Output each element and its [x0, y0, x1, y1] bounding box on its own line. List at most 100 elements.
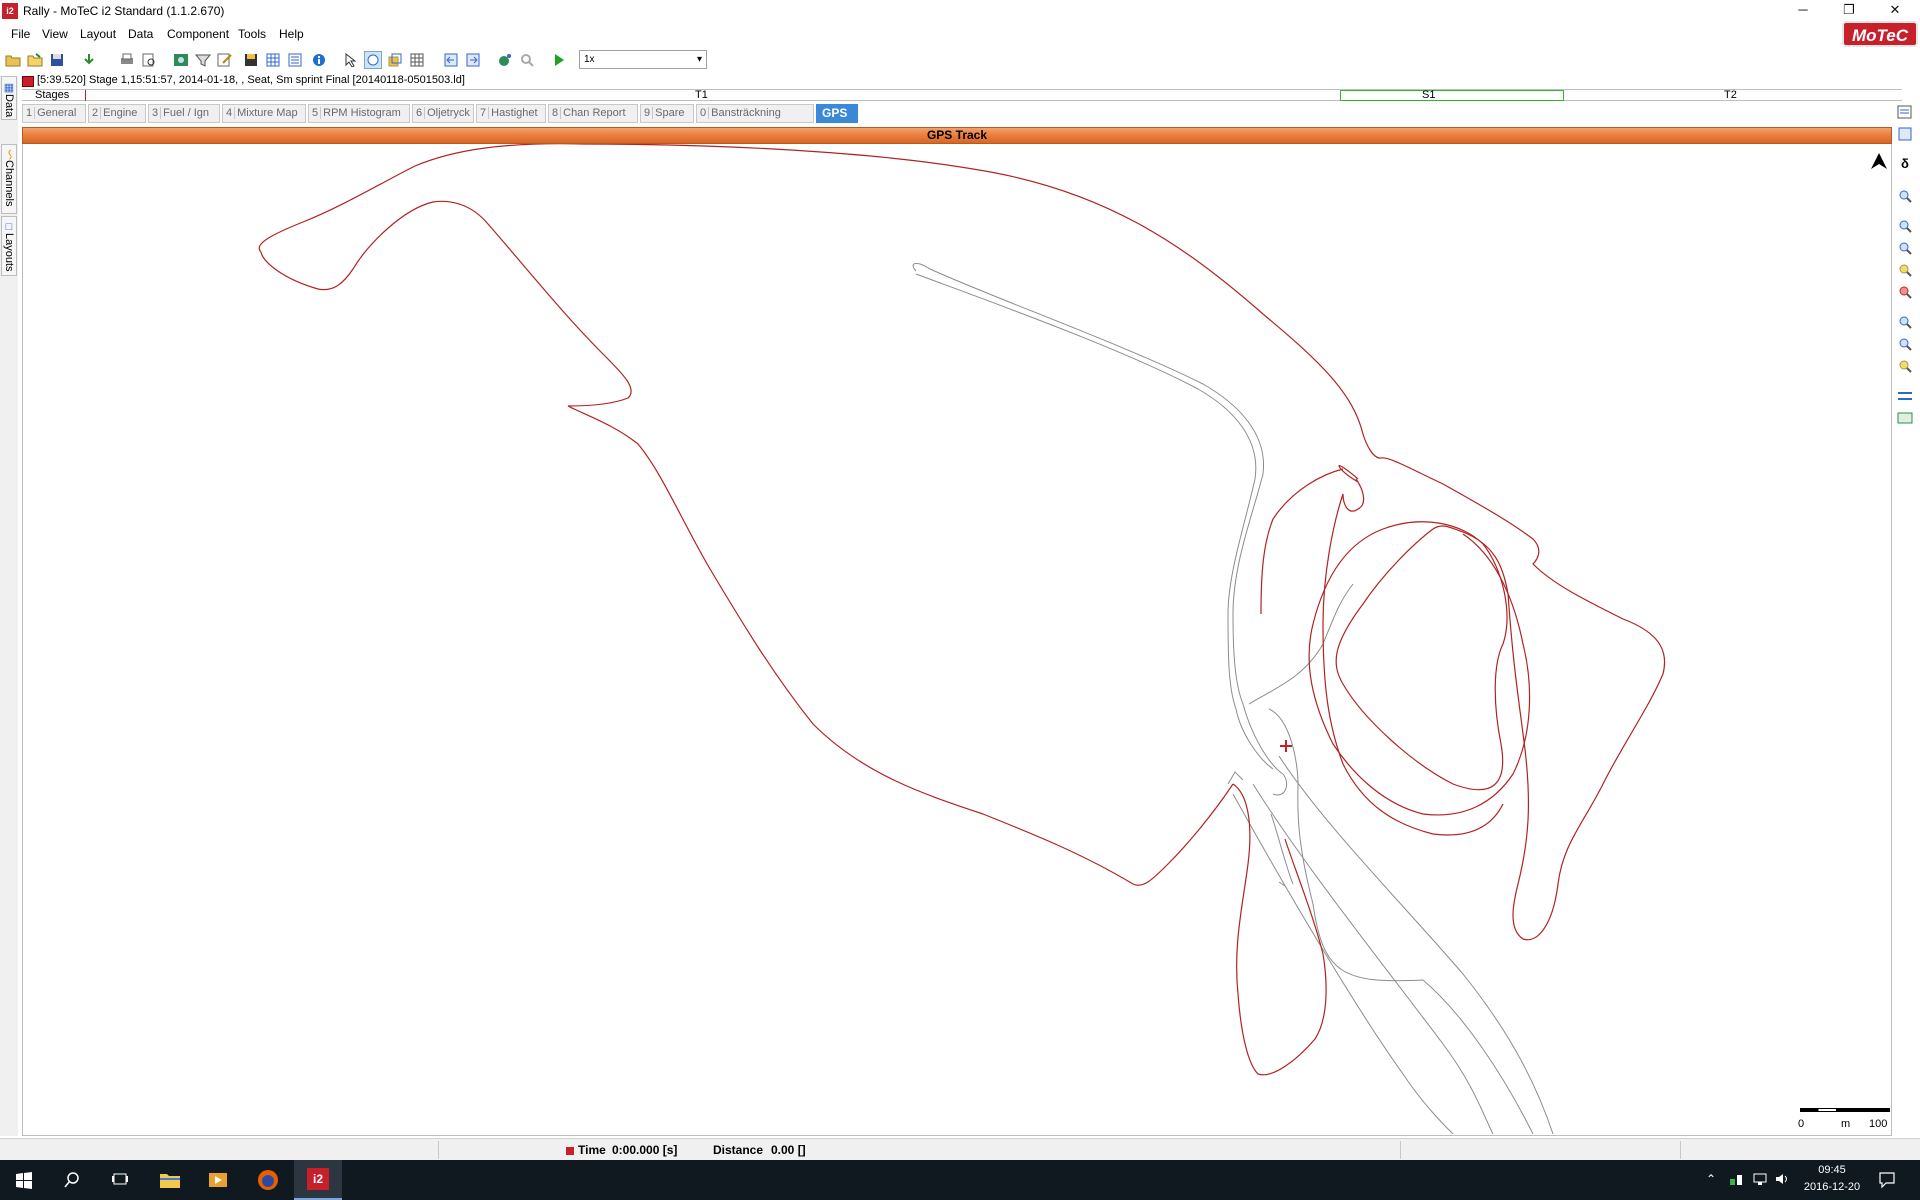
task-view-button[interactable] [96, 1160, 144, 1200]
delta-icon[interactable]: δ [1897, 156, 1913, 172]
tab-hastighet[interactable]: 7 Hastighet [476, 104, 546, 123]
menu-layout[interactable]: Layout [80, 27, 116, 41]
right-tool-panel: δ [1895, 104, 1917, 444]
tab-engine[interactable]: 2 Engine [88, 104, 146, 123]
zoom-x-in-icon[interactable] [1897, 314, 1913, 330]
tab-label: Mixture Map [237, 107, 298, 119]
restore-button[interactable]: ❐ [1826, 0, 1872, 22]
download-icon[interactable] [80, 51, 98, 69]
search-button[interactable] [48, 1160, 96, 1200]
network-icon[interactable] [1752, 1171, 1768, 1190]
new-folder-icon[interactable] [4, 51, 22, 69]
firefox-button[interactable] [244, 1160, 292, 1200]
session-info: [5:39.520] Stage 1,15:51:57, 2014-01-18,… [22, 74, 1902, 90]
overlay-icon[interactable] [386, 51, 404, 69]
tab-spare[interactable]: 9 Spare [640, 104, 694, 123]
tab-rpm-histogram[interactable]: 5 RPM Histogram [308, 104, 410, 123]
stage-mark-s1[interactable]: S1 [1422, 89, 1435, 101]
position-cursor-icon [1280, 740, 1292, 752]
clock-time[interactable]: 09:45 [1787, 1164, 1877, 1176]
save-icon[interactable] [48, 51, 66, 69]
playback-speed-value: 1x [584, 54, 595, 65]
stage-segment-s1[interactable] [1340, 90, 1564, 101]
distance-value: 0.00 [] [771, 1143, 806, 1157]
zoom-out-icon[interactable] [1897, 240, 1913, 256]
close-button[interactable]: ✕ [1872, 0, 1918, 22]
toolbar [0, 48, 1920, 72]
zoom-icon[interactable] [1897, 188, 1913, 204]
open-icon[interactable] [26, 51, 44, 69]
cursor-icon[interactable] [342, 51, 360, 69]
menu-component[interactable]: Component [167, 27, 229, 41]
properties-icon[interactable] [1897, 104, 1913, 120]
grid-icon[interactable] [408, 51, 426, 69]
tab-number: 3 [152, 107, 162, 119]
menu-tools[interactable]: Tools [238, 27, 266, 41]
tab-banstrackning[interactable]: 0 Bansträckning [696, 104, 814, 123]
globe-icon[interactable] [496, 51, 514, 69]
menu-file[interactable]: File [11, 27, 30, 41]
align-icon[interactable] [1897, 388, 1913, 404]
app-icon[interactable]: i2 [2, 3, 18, 19]
media-player-button[interactable] [194, 1160, 242, 1200]
zoom-x-out-icon[interactable] [1897, 336, 1913, 352]
forward-icon[interactable] [464, 51, 482, 69]
notifications-icon[interactable] [1878, 1171, 1896, 1192]
stage-mark-t2[interactable]: T2 [1724, 89, 1737, 101]
network-status-icon[interactable] [1728, 1171, 1744, 1190]
scale-end: 100 [1869, 1118, 1888, 1130]
playback-speed-select[interactable]: 1x ▾ [579, 50, 707, 69]
stage-mark-t1[interactable]: T1 [695, 89, 708, 101]
edit-icon[interactable] [216, 51, 234, 69]
print-preview-icon[interactable] [140, 51, 158, 69]
table-icon[interactable] [264, 51, 282, 69]
list-icon[interactable] [286, 51, 304, 69]
menu-help[interactable]: Help [279, 27, 304, 41]
tab-general[interactable]: 1 General [22, 104, 86, 123]
tab-gps[interactable]: GPS [816, 104, 858, 123]
start-button[interactable] [0, 1160, 48, 1200]
zoom-fit-icon[interactable] [1897, 262, 1913, 278]
play-icon[interactable] [550, 51, 568, 69]
tab-data[interactable]: ▦ Data [1, 76, 17, 120]
menu-data[interactable]: Data [128, 27, 153, 41]
tab-oljetryck[interactable]: 6 Oljetryck [412, 104, 474, 123]
disk-icon[interactable] [242, 51, 260, 69]
search-icon [64, 1172, 79, 1188]
file-explorer-button[interactable] [146, 1160, 194, 1200]
back-icon[interactable] [442, 51, 460, 69]
zoom-in-icon[interactable] [1897, 218, 1913, 234]
tab-number: 9 [644, 107, 654, 119]
map-icon[interactable] [172, 51, 190, 69]
layers-icon[interactable] [1897, 410, 1913, 426]
tab-label: Chan Report [563, 107, 626, 119]
motec-logo: MoTeC [1842, 21, 1918, 47]
search-icon[interactable] [518, 51, 536, 69]
info-icon[interactable] [310, 51, 328, 69]
clock-date[interactable]: 2016-12-20 [1787, 1181, 1877, 1193]
chevron-up-icon[interactable]: ⌃ [1706, 1172, 1716, 1186]
zoom-x-fit-icon[interactable] [1897, 358, 1913, 374]
filter-icon[interactable] [194, 51, 212, 69]
menu-view[interactable]: View [42, 27, 68, 41]
minimize-button[interactable]: ─ [1780, 0, 1826, 22]
list-view-icon[interactable] [1897, 126, 1913, 142]
gps-track-western-section [1260, 465, 1359, 615]
tab-layouts[interactable]: □ Layouts [1, 216, 17, 276]
wave-icon: 〜 [3, 149, 15, 160]
gps-track-canvas[interactable]: 0 m 100 [22, 144, 1892, 1136]
tab-number: 1 [26, 107, 36, 119]
reference-track [912, 263, 1554, 1134]
tab-number: 4 [226, 107, 236, 119]
zoom-mode-icon[interactable] [364, 51, 382, 69]
tab-label: Engine [103, 107, 138, 119]
tab-fuel-ign[interactable]: 3 Fuel / Ign [148, 104, 220, 123]
stages-bar[interactable]: Stages T1 S1 T2 [22, 89, 1902, 101]
tab-mixture-map[interactable]: 4 Mixture Map [222, 104, 306, 123]
tab-channels[interactable]: 〜 Channels [1, 144, 17, 214]
zoom-reset-icon[interactable] [1897, 284, 1913, 300]
motec-i2-taskbar-button[interactable]: i2 [294, 1160, 342, 1200]
print-icon[interactable] [118, 51, 136, 69]
tab-chan-report[interactable]: 8 Chan Report [548, 104, 638, 123]
gps-track-map[interactable] [23, 144, 1891, 1134]
